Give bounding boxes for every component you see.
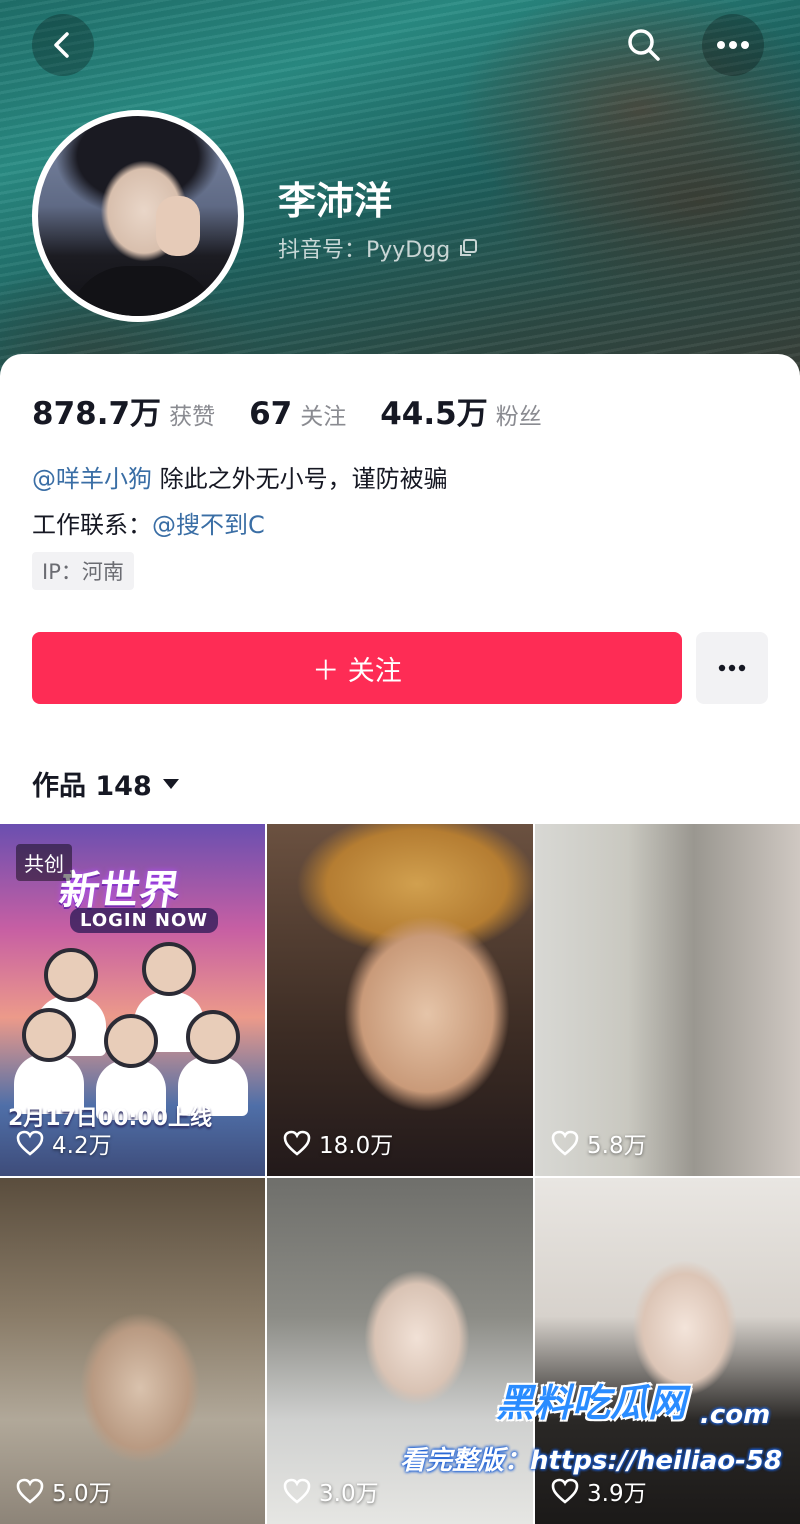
bio-text: 工作联系：	[32, 511, 152, 539]
watermark-url: 看完整版：https://heiliao-58	[400, 1446, 783, 1476]
tile-likes: 3.0万	[283, 1474, 379, 1508]
profile-name: 李沛洋	[278, 179, 393, 223]
video-tile[interactable]: 18.0万	[267, 824, 533, 1176]
copy-icon[interactable]	[458, 238, 478, 258]
tile-likes: 3.9万	[551, 1474, 647, 1508]
tile-likes: 5.0万	[16, 1474, 112, 1508]
heart-icon	[283, 1478, 311, 1504]
search-button[interactable]	[613, 14, 675, 76]
bio-contact-mention-link[interactable]: @搜不到C	[152, 511, 265, 539]
bio-mention-link[interactable]: @咩羊小狗	[32, 465, 152, 493]
ip-location-tag: IP：河南	[32, 552, 134, 590]
likes-count: 5.0万	[52, 1481, 112, 1507]
bio-line-1: @咩羊小狗 除此之外无小号，谨防被骗	[32, 456, 448, 502]
back-button[interactable]	[32, 14, 94, 76]
likes-count: 4.2万	[52, 1133, 112, 1159]
likes-count: 18.0万	[319, 1133, 394, 1159]
stat-label: 粉丝	[495, 404, 542, 430]
stat-following[interactable]: 67 关注	[249, 396, 346, 432]
likes-count: 5.8万	[587, 1133, 647, 1159]
follow-more-button[interactable]	[696, 632, 768, 704]
heart-icon	[283, 1130, 311, 1156]
video-tile[interactable]: 5.8万	[535, 824, 800, 1176]
watermark-brand: 黑料吃瓜网	[496, 1381, 687, 1425]
profile-bio: @咩羊小狗 除此之外无小号，谨防被骗 工作联系：@搜不到C	[32, 456, 448, 548]
works-tab-label: 作品 148	[32, 771, 152, 802]
profile-card: 878.7万 获赞 67 关注 44.5万 粉丝 @咩羊小狗 除此之外无小号，谨…	[0, 354, 800, 1524]
video-tile[interactable]: 5.0万	[0, 1178, 265, 1524]
douyin-id-text: 抖音号：PyyDgg	[278, 238, 451, 263]
likes-count: 3.0万	[319, 1481, 379, 1507]
bio-line-2: 工作联系：@搜不到C	[32, 502, 448, 548]
likes-count: 3.9万	[587, 1481, 647, 1507]
stat-label: 关注	[300, 404, 347, 430]
more-icon	[718, 664, 746, 672]
heart-icon	[16, 1478, 44, 1504]
video-tile[interactable]: 新世界 LOGIN NOW 2月17日00:00上线 共创 4.2万	[0, 824, 265, 1176]
back-arrow-icon	[54, 32, 69, 58]
heart-icon	[551, 1478, 579, 1504]
stat-value: 44.5万	[380, 396, 488, 432]
poster-subtitle: LOGIN NOW	[70, 908, 219, 933]
tile-likes: 5.8万	[551, 1126, 647, 1160]
profile-stats: 878.7万 获赞 67 关注 44.5万 粉丝	[32, 388, 576, 433]
tile-likes: 18.0万	[283, 1126, 393, 1160]
works-tab[interactable]: 作品 148	[32, 764, 180, 803]
bio-text: 除此之外无小号，谨防被骗	[152, 465, 448, 493]
profile-avatar[interactable]	[32, 110, 244, 322]
watermark-domain: .com	[700, 1400, 771, 1430]
stat-likes[interactable]: 878.7万 获赞	[32, 388, 215, 433]
heart-icon	[16, 1130, 44, 1156]
stat-value: 67	[249, 396, 293, 432]
caret-down-icon	[162, 778, 179, 789]
more-icon	[717, 41, 749, 49]
poster-people	[14, 934, 254, 1120]
more-options-button[interactable]	[702, 14, 764, 76]
douyin-id[interactable]: 抖音号：PyyDgg	[278, 232, 478, 264]
stat-value: 878.7万	[32, 396, 162, 432]
follow-button[interactable]: ＋ 关注	[32, 632, 682, 704]
stat-label: 获赞	[169, 404, 216, 430]
heart-icon	[551, 1130, 579, 1156]
search-icon	[628, 29, 660, 61]
collab-badge: 共创	[16, 844, 72, 881]
stat-followers[interactable]: 44.5万 粉丝	[380, 388, 542, 433]
tile-likes: 4.2万	[16, 1126, 112, 1160]
